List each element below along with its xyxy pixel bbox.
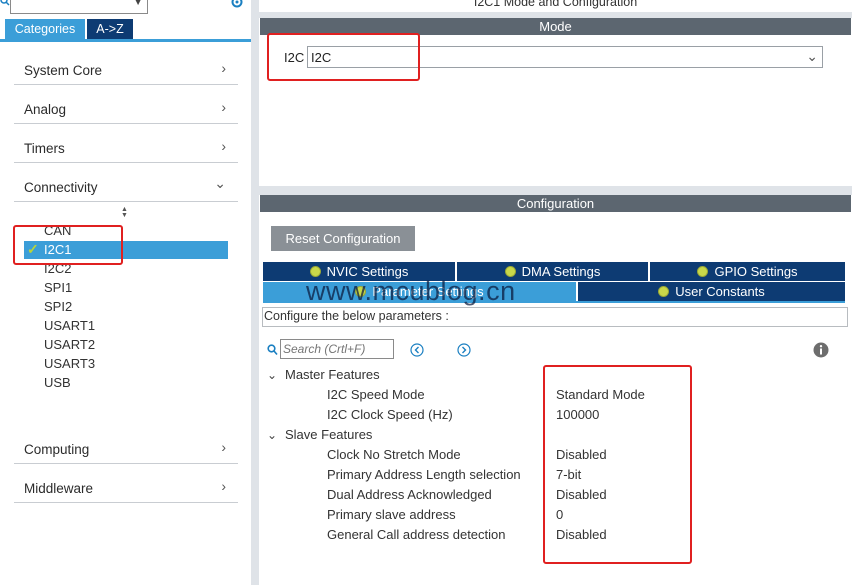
reset-configuration-label: Reset Configuration: [285, 231, 401, 246]
chevron-down-icon: ▼: [133, 0, 143, 8]
param-name: General Call address detection: [327, 527, 506, 542]
search-next-icon[interactable]: [457, 343, 471, 360]
config-header: Configuration: [260, 195, 851, 212]
group-master-features[interactable]: ⌄: [267, 367, 277, 382]
reset-configuration-button[interactable]: Reset Configuration: [271, 226, 415, 251]
group-label: Master Features: [285, 367, 380, 382]
list-item-usb[interactable]: USB: [44, 375, 71, 390]
category-label: Computing: [24, 442, 90, 457]
param-name: I2C Speed Mode: [327, 387, 425, 402]
highlight-box-mode: [267, 33, 420, 81]
list-item-spi1[interactable]: SPI1: [44, 280, 72, 295]
search-previous-icon[interactable]: [410, 343, 424, 360]
list-item-spi2[interactable]: SPI2: [44, 299, 72, 314]
gear-icon[interactable]: [229, 0, 245, 10]
tab-gpio-settings[interactable]: GPIO Settings: [650, 262, 845, 281]
tab-label: DMA Settings: [521, 264, 601, 279]
tab-label: GPIO Settings: [714, 264, 798, 279]
category-computing[interactable]: Computing ›: [14, 425, 238, 464]
tab-categories-label: Categories: [14, 22, 76, 36]
category-middleware[interactable]: Middleware ›: [14, 464, 238, 503]
group-label: Slave Features: [285, 427, 373, 442]
search-icon: [267, 344, 278, 359]
tab-user-constants[interactable]: User Constants: [578, 282, 845, 301]
configure-text-box: Configure the below parameters :: [262, 307, 848, 327]
param-name: Primary slave address: [327, 507, 456, 522]
category-system-core[interactable]: System Core ›: [14, 46, 238, 85]
search-combo[interactable]: ▼: [10, 0, 148, 14]
category-label: Analog: [24, 102, 67, 117]
chevron-right-icon: ›: [221, 439, 226, 455]
chevron-right-icon: ›: [221, 478, 226, 494]
param-name: Clock No Stretch Mode: [327, 447, 461, 462]
param-name: Primary Address Length selection: [327, 467, 521, 482]
search-icon[interactable]: [0, 0, 10, 10]
tab-underline: [0, 39, 251, 42]
check-circle-icon: [697, 266, 709, 277]
sort-arrows-icon[interactable]: ▲ ▼: [121, 206, 128, 219]
category-label: Connectivity: [24, 180, 98, 195]
category-analog[interactable]: Analog ›: [14, 85, 238, 124]
list-item-usart2[interactable]: USART2: [44, 337, 95, 352]
list-item-usart1[interactable]: USART1: [44, 318, 95, 333]
tab-a-z-label: A->Z: [96, 22, 124, 36]
window-title: I2C1 Mode and Configuration: [473, 0, 638, 9]
watermark: www.mcublog.cn: [306, 276, 516, 306]
info-icon[interactable]: [813, 342, 829, 361]
chevron-down-icon: ⌄: [214, 175, 226, 191]
search-input[interactable]: [280, 339, 394, 359]
chevron-down-icon: ⌄: [267, 368, 278, 382]
highlight-box-i2c1: [13, 225, 123, 265]
tab-label: User Constants: [675, 284, 765, 299]
category-label: System Core: [24, 63, 103, 78]
chevron-right-icon: ›: [221, 99, 226, 115]
chevron-down-icon: ⌄: [806, 48, 818, 64]
category-label: Middleware: [24, 481, 94, 496]
check-circle-icon: [658, 286, 670, 297]
category-connectivity[interactable]: Connectivity ⌄: [14, 163, 238, 202]
chevron-down-icon: ⌄: [267, 428, 278, 442]
configure-text: Configure the below parameters :: [264, 309, 449, 323]
group-slave-features[interactable]: ⌄: [267, 427, 277, 442]
category-label: Timers: [24, 141, 65, 156]
tab-categories[interactable]: Categories: [5, 19, 85, 39]
chevron-right-icon: ›: [221, 60, 226, 76]
category-timers[interactable]: Timers ›: [14, 124, 238, 163]
param-name: I2C Clock Speed (Hz): [327, 407, 453, 422]
highlight-box-values: [543, 365, 692, 564]
param-name: Dual Address Acknowledged: [327, 487, 492, 502]
list-item-usart3[interactable]: USART3: [44, 356, 95, 371]
tab-a-z[interactable]: A->Z: [87, 19, 133, 39]
panel-divider: [259, 186, 852, 195]
splitter[interactable]: [251, 0, 259, 585]
chevron-right-icon: ›: [221, 138, 226, 154]
left-panel: ▼ Categories A->Z System Core › Analog ›…: [0, 0, 251, 585]
